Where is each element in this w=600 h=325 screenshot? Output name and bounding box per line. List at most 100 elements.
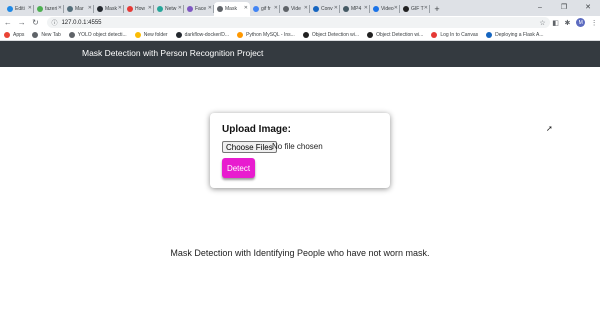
bookmark-favicon-icon: [237, 31, 244, 38]
bookmark-favicon-icon: [32, 31, 39, 38]
back-button[interactable]: ←: [2, 17, 14, 29]
tab-favicon-icon: [217, 6, 223, 12]
choose-files-button[interactable]: Choose Files: [222, 141, 277, 153]
tab-label: Video: [381, 6, 394, 12]
bookmark-favicon-icon: [486, 31, 493, 38]
extension-icon[interactable]: ◧: [550, 17, 562, 29]
bookmark-item[interactable]: New folder: [134, 31, 168, 38]
tab-favicon-icon: [187, 6, 193, 12]
browser-tab[interactable]: Mask ✕: [214, 2, 250, 16]
bookmark-favicon-icon: [302, 31, 309, 38]
tab-close-icon[interactable]: ✕: [394, 5, 398, 11]
maximize-button[interactable]: ❐: [552, 0, 576, 14]
tab-close-icon[interactable]: ✕: [334, 5, 338, 11]
tab-close-icon[interactable]: ✕: [148, 5, 152, 11]
tab-favicon-icon: [37, 6, 43, 12]
browser-tab[interactable]: Face ✕: [184, 2, 214, 16]
tab-close-icon[interactable]: ✕: [118, 5, 122, 11]
bookmark-item[interactable]: Deploying a Flask A...: [486, 31, 544, 38]
tab-favicon-icon: [97, 6, 103, 12]
tab-label: Mar: [75, 6, 84, 12]
close-window-button[interactable]: ✕: [576, 0, 600, 14]
bookmark-star-icon[interactable]: ☆: [539, 19, 545, 27]
tab-close-icon[interactable]: ✕: [28, 5, 32, 11]
url-text: 127.0.0.1:4555: [61, 19, 102, 26]
tab-close-icon[interactable]: ✕: [88, 5, 92, 11]
tab-close-icon[interactable]: ✕: [424, 5, 428, 11]
browser-tab[interactable]: Mask ✕: [94, 2, 124, 16]
tab-close-icon[interactable]: ✕: [208, 5, 212, 11]
tab-close-icon[interactable]: ✕: [364, 5, 368, 11]
browser-tab[interactable]: Netw ✕: [154, 2, 184, 16]
tab-favicon-icon: [253, 6, 259, 12]
browser-tab[interactable]: GIF T ✕: [400, 2, 430, 16]
tab-close-icon[interactable]: ✕: [178, 5, 182, 11]
bookmark-favicon-icon: [175, 31, 182, 38]
detect-button[interactable]: Detect: [222, 158, 255, 178]
tab-label: Conv: [321, 6, 333, 12]
tab-close-icon[interactable]: ✕: [274, 5, 278, 11]
browser-tab[interactable]: Video ✕: [370, 2, 400, 16]
tab-list: Editi ✕ fazeri ✕ Mar ✕ Mask ✕ How ✕ Netw ✕ Face ✕ Mask…: [4, 2, 430, 16]
bookmark-item[interactable]: darkflow-docker/D...: [175, 31, 229, 38]
tab-label: Vide: [291, 6, 301, 12]
tab-close-icon[interactable]: ✕: [244, 5, 248, 11]
browser-tab[interactable]: Mar ✕: [64, 2, 94, 16]
browser-tab[interactable]: Vide ✕: [280, 2, 310, 16]
bookmark-item[interactable]: Log In to Canvas: [431, 31, 479, 38]
upload-card: Upload Image: Choose Files No file chose…: [210, 113, 390, 188]
tab-label: fazeri: [45, 6, 58, 12]
bookmarks-bar: Apps New Tab YOLO object detecti... New fol…: [0, 29, 600, 41]
tab-favicon-icon: [403, 6, 409, 12]
bookmark-item[interactable]: Apps: [4, 31, 24, 38]
tab-favicon-icon: [67, 6, 73, 12]
bookmark-favicon-icon: [68, 31, 75, 38]
tab-close-icon[interactable]: ✕: [58, 5, 62, 11]
reload-button[interactable]: ↻: [30, 17, 42, 29]
navbar-brand[interactable]: Mask Detection with Person Recognition P…: [82, 48, 263, 58]
bookmark-item[interactable]: Object Detection wi...: [302, 31, 359, 38]
info-icon[interactable]: ⓘ: [51, 18, 57, 27]
bookmark-item[interactable]: YOLO object detecti...: [68, 31, 127, 38]
tab-label: MP4: [351, 6, 362, 12]
tab-strip: Editi ✕ fazeri ✕ Mar ✕ Mask ✕ How ✕ Netw ✕ Face ✕ Mask…: [0, 0, 600, 16]
browser-tab[interactable]: Editi ✕: [4, 2, 34, 16]
tab-close-icon[interactable]: ✕: [304, 5, 308, 11]
bookmark-label: Deploying a Flask A...: [495, 31, 544, 38]
menu-kebab-icon[interactable]: ⋮: [588, 17, 600, 29]
minimize-button[interactable]: –: [528, 0, 552, 14]
browser-tab[interactable]: MP4 ✕: [340, 2, 370, 16]
bookmark-label: New Tab: [41, 31, 61, 38]
address-bar[interactable]: ⓘ 127.0.0.1:4555 ☆: [47, 17, 550, 28]
tab-label: Editi: [15, 6, 25, 12]
profile-avatar[interactable]: M: [576, 18, 586, 27]
bookmark-label: YOLO object detecti...: [77, 31, 127, 38]
browser-toolbar: ← → ↻ ⓘ 127.0.0.1:4555 ☆ ◧ ✱ M ⋮: [0, 16, 600, 29]
browser-tab[interactable]: fazeri ✕: [34, 2, 64, 16]
tab-favicon-icon: [343, 6, 349, 12]
bookmark-label: Log In to Canvas: [440, 31, 479, 38]
tab-label: Mask: [105, 6, 117, 12]
bookmark-item[interactable]: Object Detection wi...: [367, 31, 424, 38]
bookmark-item[interactable]: New Tab: [32, 31, 61, 38]
bookmark-item[interactable]: Python MySQL - Ins...: [237, 31, 295, 38]
tab-favicon-icon: [313, 6, 319, 12]
forward-button[interactable]: →: [16, 17, 28, 29]
no-file-chosen-text: No file chosen: [272, 142, 323, 151]
navbar: Mask Detection with Person Recognition P…: [0, 41, 600, 67]
tab-favicon-icon: [127, 6, 133, 12]
bookmark-favicon-icon: [4, 31, 10, 38]
puzzle-icon[interactable]: ✱: [561, 17, 573, 29]
bookmark-label: Object Detection wi...: [376, 31, 424, 38]
browser-tab[interactable]: Conv ✕: [310, 2, 340, 16]
page-caption: Mask Detection with Identifying People w…: [170, 248, 430, 258]
browser-tab[interactable]: How ✕: [124, 2, 154, 16]
new-tab-button[interactable]: +: [430, 2, 444, 16]
browser-tab[interactable]: gif fr ✕: [250, 2, 280, 16]
tab-label: Mask: [225, 6, 237, 12]
page-content: Mask Detection with Person Recognition P…: [0, 41, 600, 325]
cursor-icon: ➚: [546, 124, 553, 133]
bookmark-favicon-icon: [134, 31, 141, 38]
upload-title: Upload Image:: [222, 124, 291, 135]
tab-label: GIF T: [411, 6, 424, 12]
